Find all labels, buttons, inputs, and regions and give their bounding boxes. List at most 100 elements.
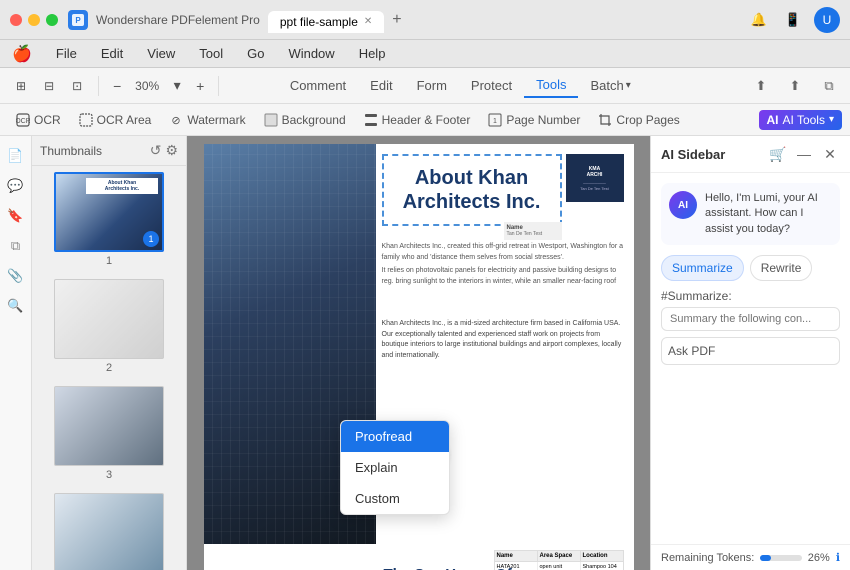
remaining-tokens-bar: Remaining Tokens: 26% ℹ	[651, 544, 850, 570]
attach-icon[interactable]: 📎	[4, 264, 28, 288]
main-toolbar: ⊞ ⊟ ⊡ − 30% ▾ + Comment Edit Form Protec…	[0, 68, 850, 104]
header-footer-btn[interactable]: Header & Footer	[356, 110, 479, 130]
popup-custom[interactable]: Custom	[341, 483, 449, 514]
watermark-btn[interactable]: ⊘ Watermark	[161, 110, 253, 130]
ai-greeting-box: AI Hello, I'm Lumi, your AI assistant. H…	[661, 183, 840, 245]
zoom-out-btn[interactable]: −	[107, 76, 127, 96]
tab-edit[interactable]: Edit	[358, 74, 404, 97]
close-btn[interactable]	[10, 14, 22, 26]
toolbar-right: ⬆ ⬆ ⧉	[748, 73, 842, 99]
thumb-config-icon[interactable]: ⚙	[165, 142, 178, 159]
columns-btn[interactable]: ⊟	[36, 76, 62, 96]
token-bar-fill	[760, 555, 771, 561]
ai-sidebar: AI Sidebar 🛒 — ✕ AI Hello, I'm Lumi, you…	[650, 136, 850, 570]
tab-comment[interactable]: Comment	[278, 74, 358, 97]
thumb-img-1: About KhanArchitects Inc. 1	[54, 172, 164, 252]
svg-text:P: P	[75, 16, 81, 25]
ai-cart-icon[interactable]: 🛒	[768, 144, 788, 164]
menu-tool[interactable]: Tool	[195, 44, 227, 63]
zoom-in-btn[interactable]: +	[190, 76, 210, 96]
grid-btn[interactable]: ⊞	[8, 76, 34, 96]
token-bar-bg	[760, 555, 801, 561]
page-number-btn[interactable]: 1 Page Number	[480, 110, 588, 130]
zoom-group: − 30% ▾ +	[107, 76, 219, 96]
minimize-btn[interactable]	[28, 14, 40, 26]
thumbnail-1[interactable]: About KhanArchitects Inc. 1 1	[32, 166, 186, 273]
thumb-refresh-icon[interactable]: ↺	[150, 142, 162, 159]
ai-summarize-btn[interactable]: Summarize	[661, 255, 744, 281]
comment-icon[interactable]: 💬	[4, 174, 28, 198]
ai-rewrite-btn[interactable]: Rewrite	[750, 255, 813, 281]
thumbnail-3[interactable]: 3	[32, 380, 186, 487]
thumbnail-4[interactable]: 4	[32, 487, 186, 570]
ocr-area-btn[interactable]: OCR Area	[71, 110, 160, 130]
bookmark-icon[interactable]: 🔖	[4, 204, 28, 228]
summarize-label: #Summarize:	[661, 289, 840, 303]
menu-edit[interactable]: Edit	[97, 44, 127, 63]
pdf-title: About Khan Architects Inc.	[390, 166, 554, 214]
device-icon[interactable]: 📱	[780, 7, 806, 33]
svg-text:OCR: OCR	[16, 118, 30, 125]
pdf-content: KMAARCHI ────────Tan De Ten Test About K…	[187, 136, 650, 570]
bell-icon[interactable]: 🔔	[746, 7, 772, 33]
ai-greeting-text: Hello, I'm Lumi, your AI assistant. How …	[705, 191, 832, 237]
tab-form[interactable]: Form	[405, 74, 459, 97]
tab-batch[interactable]: Batch▾	[578, 74, 642, 97]
upload-icon[interactable]: ⬆	[748, 73, 774, 99]
ai-close-icon[interactable]: ✕	[820, 144, 840, 164]
ocr-btn[interactable]: OCR OCR	[8, 110, 69, 130]
menu-view[interactable]: View	[143, 44, 179, 63]
thumb-badge-1: 1	[143, 231, 159, 247]
ai-minimize-icon[interactable]: —	[794, 144, 814, 164]
share-icon[interactable]: ⬆	[782, 73, 808, 99]
search-icon[interactable]: 🔍	[4, 294, 28, 318]
pdf-title-box: About Khan Architects Inc.	[382, 154, 562, 226]
thumb-num-1: 1	[106, 255, 112, 267]
thumb-img-2	[54, 279, 164, 359]
nav-tabs: Comment Edit Form Protect Tools Batch▾	[278, 73, 643, 98]
pdf-body-top2: It relies on photovoltaic panels for ele…	[382, 266, 624, 287]
zoom-dropdown-btn[interactable]: ▾	[167, 76, 187, 96]
view-btn[interactable]: ⊡	[64, 76, 90, 96]
tab-protect[interactable]: Protect	[459, 74, 524, 97]
ai-sidebar-title: AI Sidebar	[661, 147, 725, 162]
ai-tools-btn[interactable]: AI AI Tools ▾	[759, 110, 843, 130]
pdf-table: Name Area Space Location HATA201 open un…	[494, 550, 624, 570]
layout-icon[interactable]: ⧉	[816, 73, 842, 99]
menu-window[interactable]: Window	[284, 44, 338, 63]
menubar: 🍎 File Edit View Tool Go Window Help	[0, 40, 850, 68]
toolbar-left-group: ⊞ ⊟ ⊡	[8, 76, 99, 96]
pdf-body-top: Khan Architects Inc., created this off-g…	[382, 242, 624, 263]
popup-explain[interactable]: Explain	[341, 452, 449, 483]
menu-file[interactable]: File	[52, 44, 81, 63]
new-tab-btn[interactable]: +	[384, 7, 409, 33]
apple-icon: 🍎	[12, 44, 32, 64]
ai-tools-dropdown-icon: ▾	[829, 114, 834, 125]
remaining-label: Remaining Tokens:	[661, 552, 754, 564]
layers-icon[interactable]: ⧉	[4, 234, 28, 258]
user-avatar[interactable]: U	[814, 7, 840, 33]
traffic-lights	[10, 14, 58, 26]
thumbnail-2[interactable]: 2	[32, 273, 186, 380]
menu-help[interactable]: Help	[355, 44, 390, 63]
ai-action-buttons: Summarize Rewrite	[661, 255, 840, 281]
maximize-btn[interactable]	[46, 14, 58, 26]
batch-dropdown-icon: ▾	[626, 80, 631, 91]
ask-pdf-btn[interactable]: Ask PDF	[661, 337, 840, 365]
window-controls: 🔔 📱 U	[746, 7, 840, 33]
crop-pages-btn[interactable]: Crop Pages	[590, 110, 687, 130]
svg-text:⊘: ⊘	[172, 115, 181, 127]
tab-close-icon[interactable]: ✕	[364, 16, 372, 27]
background-btn[interactable]: Background	[256, 110, 354, 130]
tab-tools[interactable]: Tools	[524, 73, 578, 98]
file-tab[interactable]: ppt file-sample ✕	[268, 11, 384, 33]
page-icon[interactable]: 📄	[4, 144, 28, 168]
popup-proofread[interactable]: Proofread	[341, 421, 449, 452]
menu-go[interactable]: Go	[243, 44, 268, 63]
summarize-input[interactable]	[661, 307, 840, 331]
thumb-controls: ↺ ⚙	[150, 142, 178, 159]
thumbnails-header: Thumbnails ↺ ⚙	[32, 136, 186, 166]
ai-sidebar-header: AI Sidebar 🛒 — ✕	[651, 136, 850, 173]
titlebar: P Wondershare PDFelement Pro ppt file-sa…	[0, 0, 850, 40]
token-info-icon[interactable]: ℹ	[836, 551, 840, 564]
